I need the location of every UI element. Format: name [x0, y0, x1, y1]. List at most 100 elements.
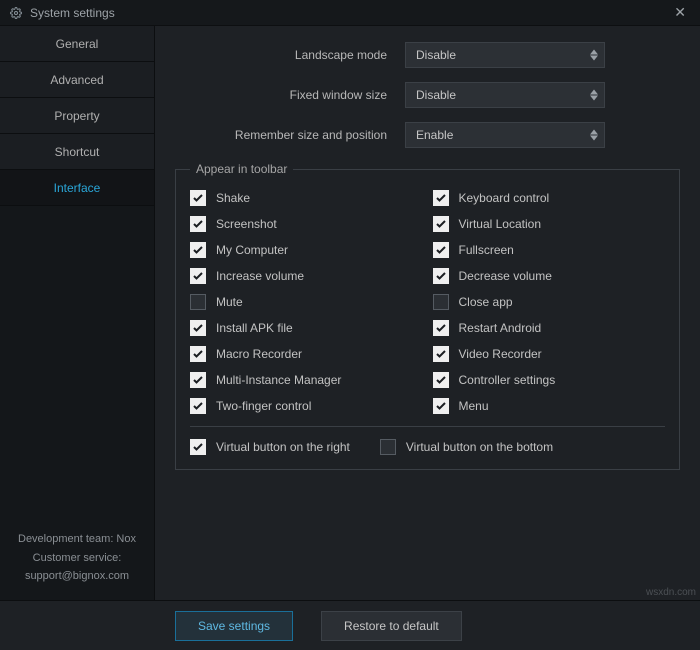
- checkbox-box: [190, 439, 206, 455]
- close-button[interactable]: ✕: [670, 4, 690, 21]
- toolbar-legend: Appear in toolbar: [190, 162, 293, 176]
- tab-label: General: [56, 37, 99, 51]
- checkbox-label: Fullscreen: [459, 243, 514, 257]
- checkbox-screenshot[interactable]: Screenshot: [190, 216, 423, 232]
- button-label: Restore to default: [344, 619, 439, 633]
- checkbox-label: My Computer: [216, 243, 288, 257]
- titlebar: System settings ✕: [0, 0, 700, 26]
- select-value: Enable: [416, 128, 453, 142]
- checkbox-label: Keyboard control: [459, 191, 550, 205]
- checkbox-box: [433, 190, 449, 206]
- checkbox-keyboard-control[interactable]: Keyboard control: [433, 190, 666, 206]
- checkbox-label: Restart Android: [459, 321, 542, 335]
- checkbox-box: [433, 216, 449, 232]
- chevron-updown-icon: [590, 130, 598, 141]
- checkbox-box: [190, 346, 206, 362]
- tab-label: Shortcut: [55, 145, 100, 159]
- checkbox-restart-android[interactable]: Restart Android: [433, 320, 666, 336]
- checkbox-label: Screenshot: [216, 217, 277, 231]
- main-panel: Landscape mode Disable Fixed window size…: [155, 26, 700, 600]
- checkbox-box: [190, 398, 206, 414]
- checkbox-label: Increase volume: [216, 269, 304, 283]
- checkbox-mute[interactable]: Mute: [190, 294, 423, 310]
- tab-advanced[interactable]: Advanced: [0, 62, 154, 98]
- checkbox-virtual-bottom[interactable]: Virtual button on the bottom: [380, 439, 553, 455]
- checkbox-label: Multi-Instance Manager: [216, 373, 341, 387]
- chevron-updown-icon: [590, 90, 598, 101]
- footer-line: support@bignox.com: [8, 567, 146, 586]
- checkbox-label: Shake: [216, 191, 250, 205]
- checkbox-virtual-location[interactable]: Virtual Location: [433, 216, 666, 232]
- checkbox-box: [433, 372, 449, 388]
- checkbox-label: Install APK file: [216, 321, 293, 335]
- checkbox-box: [433, 320, 449, 336]
- sidebar: General Advanced Property Shortcut Inter…: [0, 26, 155, 600]
- checkbox-controller-settings[interactable]: Controller settings: [433, 372, 666, 388]
- checkbox-my-computer[interactable]: My Computer: [190, 242, 423, 258]
- checkbox-install-apk-file[interactable]: Install APK file: [190, 320, 423, 336]
- checkbox-two-finger-control[interactable]: Two-finger control: [190, 398, 423, 414]
- landscape-label: Landscape mode: [175, 48, 405, 62]
- checkbox-label: Virtual button on the right: [216, 440, 350, 454]
- tab-label: Interface: [54, 181, 101, 195]
- checkbox-box: [190, 294, 206, 310]
- restore-button[interactable]: Restore to default: [321, 611, 462, 641]
- checkbox-label: Video Recorder: [459, 347, 542, 361]
- checkbox-label: Close app: [459, 295, 513, 309]
- checkbox-increase-volume[interactable]: Increase volume: [190, 268, 423, 284]
- checkbox-label: Macro Recorder: [216, 347, 302, 361]
- gear-icon: [10, 7, 22, 19]
- checkbox-label: Virtual Location: [459, 217, 542, 231]
- tab-property[interactable]: Property: [0, 98, 154, 134]
- checkbox-decrease-volume[interactable]: Decrease volume: [433, 268, 666, 284]
- checkbox-box: [190, 242, 206, 258]
- select-value: Disable: [416, 88, 456, 102]
- sidebar-footer: Development team: Nox Customer service: …: [0, 520, 154, 600]
- checkbox-box: [190, 216, 206, 232]
- tab-interface[interactable]: Interface: [0, 170, 154, 206]
- checkbox-close-app[interactable]: Close app: [433, 294, 666, 310]
- checkbox-macro-recorder[interactable]: Macro Recorder: [190, 346, 423, 362]
- checkbox-menu[interactable]: Menu: [433, 398, 666, 414]
- checkbox-multi-instance-manager[interactable]: Multi-Instance Manager: [190, 372, 423, 388]
- chevron-updown-icon: [590, 50, 598, 61]
- footer-line: Development team: Nox: [8, 530, 146, 549]
- checkbox-box: [433, 242, 449, 258]
- checkbox-label: Mute: [216, 295, 243, 309]
- window-title: System settings: [30, 6, 115, 20]
- tab-label: Property: [54, 109, 99, 123]
- checkbox-box: [433, 268, 449, 284]
- checkbox-box: [190, 268, 206, 284]
- tab-shortcut[interactable]: Shortcut: [0, 134, 154, 170]
- remember-select[interactable]: Enable: [405, 122, 605, 148]
- watermark: wsxdn.com: [646, 587, 696, 598]
- checkbox-label: Menu: [459, 399, 489, 413]
- checkbox-box: [190, 372, 206, 388]
- save-button[interactable]: Save settings: [175, 611, 293, 641]
- checkbox-shake[interactable]: Shake: [190, 190, 423, 206]
- checkbox-label: Controller settings: [459, 373, 556, 387]
- checkbox-box: [190, 190, 206, 206]
- checkbox-label: Decrease volume: [459, 269, 552, 283]
- landscape-select[interactable]: Disable: [405, 42, 605, 68]
- checkbox-box: [433, 346, 449, 362]
- checkbox-label: Two-finger control: [216, 399, 311, 413]
- fixed-select[interactable]: Disable: [405, 82, 605, 108]
- checkbox-box: [433, 398, 449, 414]
- fixed-label: Fixed window size: [175, 88, 405, 102]
- footer-line: Customer service:: [8, 549, 146, 568]
- button-label: Save settings: [198, 619, 270, 633]
- remember-label: Remember size and position: [175, 128, 405, 142]
- action-bar: Save settings Restore to default: [0, 600, 700, 650]
- checkbox-box: [433, 294, 449, 310]
- checkbox-fullscreen[interactable]: Fullscreen: [433, 242, 666, 258]
- tab-general[interactable]: General: [0, 26, 154, 62]
- toolbar-group: Appear in toolbar Shake Keyboard control S…: [175, 162, 680, 470]
- select-value: Disable: [416, 48, 456, 62]
- checkbox-video-recorder[interactable]: Video Recorder: [433, 346, 666, 362]
- checkbox-box: [380, 439, 396, 455]
- checkbox-box: [190, 320, 206, 336]
- checkbox-label: Virtual button on the bottom: [406, 440, 553, 454]
- checkbox-virtual-right[interactable]: Virtual button on the right: [190, 439, 350, 455]
- tab-label: Advanced: [50, 73, 103, 87]
